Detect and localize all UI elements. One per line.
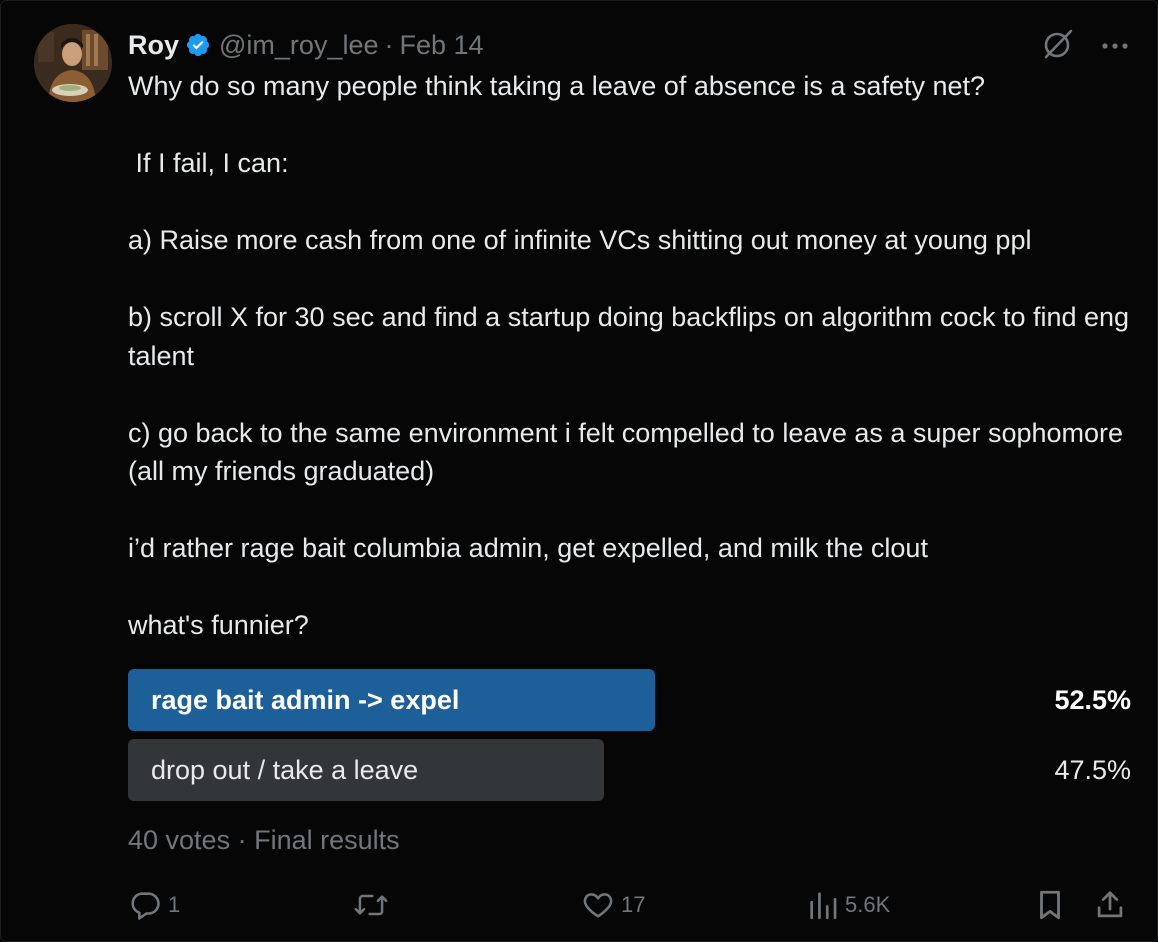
poll-votes: 40 votes bbox=[128, 825, 231, 855]
tweet-card[interactable]: Roy @im_roy_lee · Feb 14 Why do so many bbox=[0, 0, 1158, 942]
retweet-icon bbox=[353, 888, 389, 922]
bookmark-button[interactable] bbox=[1035, 885, 1065, 925]
share-button[interactable] bbox=[1095, 885, 1125, 925]
poll-option-1: rage bait admin -> expel 52.5% bbox=[128, 669, 1131, 731]
author-name[interactable]: Roy bbox=[128, 30, 179, 61]
heart-icon bbox=[581, 888, 615, 922]
views-button[interactable]: 5.6K bbox=[807, 885, 890, 925]
more-icon[interactable] bbox=[1101, 38, 1129, 56]
bookmark-icon bbox=[1035, 888, 1065, 922]
like-button[interactable]: 17 bbox=[581, 885, 645, 925]
poll-option-2-percent: 47.5% bbox=[1054, 755, 1131, 785]
views-icon bbox=[807, 888, 839, 922]
action-bar: 1 17 5.6K bbox=[1, 885, 1158, 925]
tweet-date[interactable]: Feb 14 bbox=[399, 30, 483, 61]
reply-button[interactable]: 1 bbox=[128, 885, 180, 925]
tweet-header: Roy @im_roy_lee · Feb 14 bbox=[128, 27, 484, 63]
header-separator: · bbox=[384, 29, 394, 60]
share-icon bbox=[1095, 888, 1125, 922]
like-count: 17 bbox=[621, 892, 646, 917]
poll-meta: 40 votes · Final results bbox=[128, 825, 400, 856]
poll-status: Final results bbox=[254, 825, 400, 855]
author-handle[interactable]: @im_roy_lee bbox=[219, 30, 378, 61]
grok-icon[interactable] bbox=[1041, 27, 1075, 66]
reply-count: 1 bbox=[168, 892, 181, 917]
avatar[interactable] bbox=[34, 24, 112, 102]
top-right-icons bbox=[1041, 27, 1129, 66]
retweet-button[interactable] bbox=[353, 885, 395, 925]
poll-meta-separator: · bbox=[237, 825, 247, 855]
poll-option-1-label: rage bait admin -> expel bbox=[151, 685, 460, 715]
avatar-photo bbox=[34, 24, 112, 102]
tweet-text: Why do so many people think taking a lea… bbox=[128, 71, 1130, 640]
poll-option-1-percent: 52.5% bbox=[1054, 685, 1131, 715]
verified-badge-icon bbox=[185, 32, 211, 58]
poll-option-2-label: drop out / take a leave bbox=[151, 755, 419, 785]
poll-option-2: drop out / take a leave 47.5% bbox=[128, 739, 1131, 801]
views-count: 5.6K bbox=[845, 892, 891, 917]
reply-icon bbox=[128, 888, 162, 922]
